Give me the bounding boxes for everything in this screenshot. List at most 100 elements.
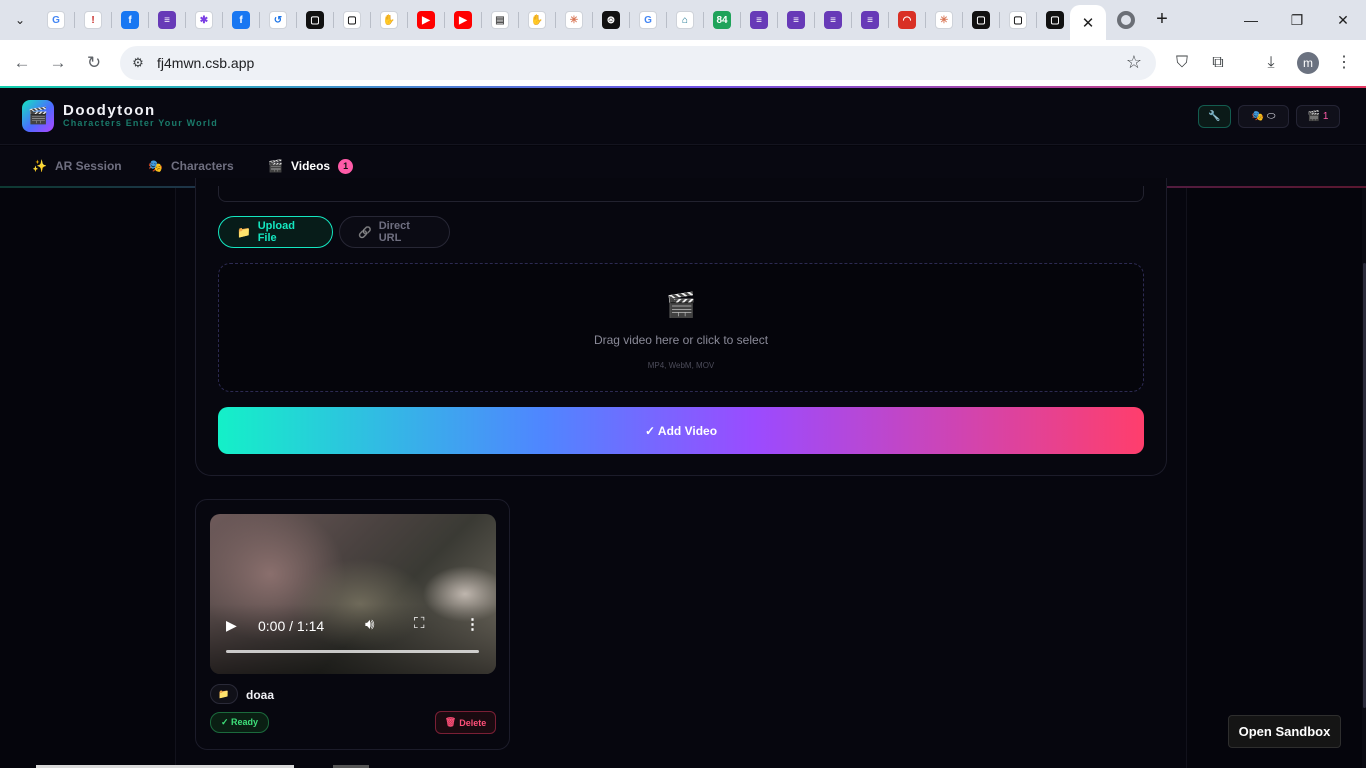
facebook-icon[interactable]: f [121,11,139,29]
fullscreen-icon[interactable]: ⛶ [414,615,425,632]
forms-icon[interactable]: ≡ [158,11,176,29]
dropzone-formats: MP4, WebM, MOV [647,361,715,370]
profile-avatar[interactable]: m [1297,52,1319,74]
archive-icon[interactable]: ▤ [491,11,509,29]
google-icon[interactable]: G [639,11,657,29]
tab-separator [185,12,186,28]
tab-separator [259,12,260,28]
tab-separator [592,12,593,28]
tab-separator [444,12,445,28]
tab-separator [814,12,815,28]
delete-label: Delete [459,717,487,728]
address-bar[interactable]: ⚙ fj4mwn.csb.app ☆ [120,46,1156,80]
dropzone-instructions: Drag video here or click to select [593,333,769,347]
more-options-icon[interactable]: ⋮ [465,615,480,633]
facebook-icon[interactable]: f [232,11,250,29]
wrench-icon: 🔧 [1208,111,1221,122]
video-player[interactable]: ▶ 0:00 / 1:14 🔊︎ ⛶ ⋮ [210,514,496,674]
google-icon[interactable]: G [47,11,65,29]
square-icon[interactable]: ▢ [972,11,990,29]
hand-icon[interactable]: ✋ [528,11,546,29]
claude-icon[interactable]: ✳ [565,11,583,29]
tab-search-dropdown[interactable]: ⌄ [8,8,32,32]
trash-icon: 🗑 [444,717,457,727]
video-card: ▶ 0:00 / 1:14 🔊︎ ⛶ ⋮ 📁 doaa ✓ Ready 🗑 De… [195,499,510,750]
reload-button[interactable]: ↻ [82,51,106,75]
browser-toolbar: ← → ↻ ⚙ fj4mwn.csb.app ☆ ⛉ ⧉ ⤓ m ⋮ [0,40,1366,86]
brand-name: Doodytoon [63,102,156,119]
forms-icon[interactable]: ≡ [787,11,805,29]
url-text[interactable]: fj4mwn.csb.app [157,55,254,71]
app-header: 🎬 Doodytoon Characters Enter Your World … [0,88,1366,145]
direct-url-toggle[interactable]: 🔗 Direct URL [339,216,450,248]
count-icon[interactable]: 84 [713,11,731,29]
browser-tab-strip: ⌄ G! f ≡ ✱ f ↺ ▢ ▢ ✋ ▶ ▶ ▤ ✋ ✳ ⊛ G ⌂ 84 ≡ ≡ ≡ ≡ ◠ ✳ ▢ ▢ ▢ ✕ + — ❐ … [0,0,1366,40]
forms-icon[interactable]: ≡ [750,11,768,29]
tab-separator [666,12,667,28]
masks-icon: 🎭 [148,159,163,173]
masks-icon: 🎭 ⬭ [1251,111,1276,122]
tab-separator [925,12,926,28]
clapper-count: 🎬 1 [1307,111,1329,122]
tab-label: Characters [170,159,234,173]
tab-separator [296,12,297,28]
square-icon[interactable]: ▢ [1046,11,1064,29]
tab-ar-session[interactable]: ✨ AR Session [14,146,140,186]
header-characters-pill[interactable]: 🎭 ⬭ [1238,105,1289,128]
restore-button[interactable]: ❐ [1285,8,1309,32]
tab-label: Videos [290,159,331,173]
youtube-icon[interactable]: ▶ [454,11,472,29]
extensions-puzzle-icon[interactable]: ⧉ [1206,51,1230,75]
bookmark-star-icon[interactable]: ☆ [1126,52,1142,73]
tab-separator [888,12,889,28]
chrome-tab-icon[interactable] [1117,11,1135,29]
add-video-button[interactable]: ✓ Add Video [218,407,1144,454]
hand-icon[interactable]: ✋ [380,11,398,29]
site-settings-icon[interactable]: ⚙ [128,53,148,73]
square-outline-icon[interactable]: ▢ [343,11,361,29]
shield-extension-icon[interactable]: ⛉ [1170,51,1194,75]
link-icon: 🔗 [358,226,372,239]
tab-label: AR Session [54,159,122,173]
close-tab-icon[interactable]: ✕ [1082,14,1095,32]
youtube-icon[interactable]: ▶ [417,11,435,29]
tab-separator [370,12,371,28]
upload-file-label: Upload File [257,220,295,244]
tab-separator [148,12,149,28]
openai-icon[interactable]: ⊛ [602,11,620,29]
forward-button[interactable]: → [46,51,70,75]
forms-icon[interactable]: ≡ [861,11,879,29]
wifi-icon[interactable]: ◠ [898,11,916,29]
close-window-button[interactable]: ✕ [1331,8,1355,32]
open-sandbox-button[interactable]: Open Sandbox [1228,715,1341,748]
square-outline-icon[interactable]: ▢ [1009,11,1027,29]
header-wrench-pill[interactable]: 🔧 [1198,105,1231,128]
videos-count-badge: 1 [338,158,354,174]
video-dropzone[interactable]: 🎬 Drag video here or click to select MP4… [218,263,1144,392]
forms-icon[interactable]: ≡ [824,11,842,29]
graduation-icon[interactable]: ⌂ [676,11,694,29]
alert-icon[interactable]: ! [84,11,102,29]
bug-icon[interactable]: ✱ [195,11,213,29]
tab-separator [740,12,741,28]
browser-menu-icon[interactable]: ⋮ [1332,51,1356,75]
page-scrollbar[interactable] [1362,188,1366,768]
claude-icon[interactable]: ✳ [935,11,953,29]
delete-button[interactable]: 🗑 Delete [435,711,496,734]
back-button[interactable]: ← [10,51,34,75]
video-progress-track[interactable] [226,650,479,653]
downloads-icon[interactable]: ⤓ [1259,51,1283,75]
tab-separator [851,12,852,28]
new-tab-button[interactable]: + [1152,9,1172,29]
video-title-input-edge[interactable] [218,186,1144,202]
minimize-button[interactable]: — [1239,8,1263,32]
upload-file-toggle[interactable]: 📁 Upload File [218,216,333,248]
volume-icon[interactable]: 🔊︎ [365,616,374,633]
play-icon[interactable]: ▶ [226,617,242,633]
history-icon[interactable]: ↺ [269,11,287,29]
header-videos-pill[interactable]: 🎬 1 [1296,105,1340,128]
clapperboard-icon: 🎬 [268,159,283,173]
square-icon[interactable]: ▢ [306,11,324,29]
video-name: doaa [246,688,275,702]
active-tab[interactable]: ✕ [1070,5,1106,40]
